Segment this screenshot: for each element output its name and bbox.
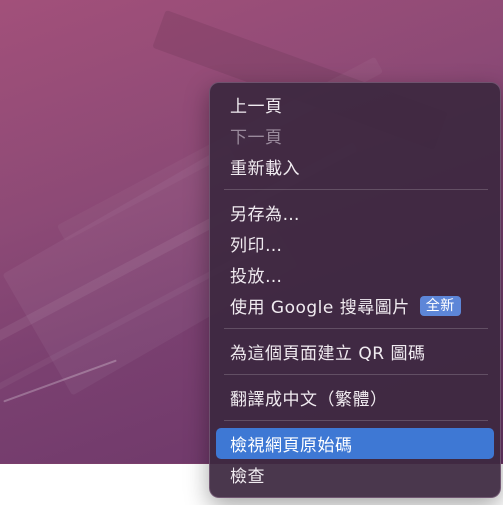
menu-item-search-images-google[interactable]: 使用 Google 搜尋圖片 全新 (216, 290, 494, 321)
menu-item-print[interactable]: 列印… (216, 228, 494, 259)
menu-item-label: 使用 Google 搜尋圖片 (230, 298, 410, 318)
menu-item-cast[interactable]: 投放… (216, 259, 494, 290)
menu-item-save-as[interactable]: 另存為… (216, 197, 494, 228)
menu-item-create-qr-code[interactable]: 為這個頁面建立 QR 圖碼 (216, 336, 494, 367)
context-menu: 上一頁 下一頁 重新載入 另存為… 列印… 投放… 使用 Google 搜尋圖片… (209, 82, 501, 498)
menu-item-translate[interactable]: 翻譯成中文（繁體） (216, 382, 494, 413)
menu-item-back[interactable]: 上一頁 (216, 89, 494, 120)
menu-separator (224, 374, 488, 375)
menu-item-inspect[interactable]: 檢查 (216, 459, 494, 490)
menu-item-forward: 下一頁 (230, 128, 283, 148)
new-badge: 全新 (419, 295, 461, 316)
menu-item-reload[interactable]: 重新載入 (216, 151, 494, 182)
menu-separator (224, 420, 488, 421)
menu-separator (224, 189, 488, 190)
menu-item-view-source[interactable]: 檢視網頁原始碼 (216, 428, 494, 459)
menu-separator (224, 328, 488, 329)
